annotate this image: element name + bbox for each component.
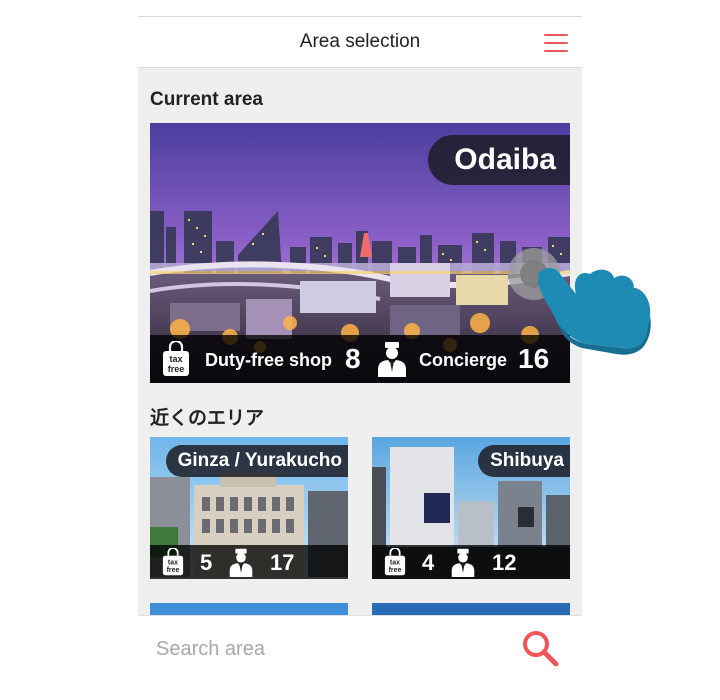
tap-gesture-hand-icon — [508, 248, 651, 355]
app-header: Area selection — [138, 17, 582, 68]
duty-free-count: 5 — [200, 550, 213, 575]
concierge-icon — [229, 548, 253, 577]
search-bar — [138, 615, 582, 681]
area-info-bar: tax free 5 17 — [150, 545, 348, 579]
svg-text:tax: tax — [390, 559, 400, 566]
current-area-heading: Current area — [150, 89, 263, 110]
tax-icon-line1: tax — [169, 354, 182, 364]
svg-text:tax: tax — [168, 559, 178, 566]
duty-free-label: Duty-free shop — [205, 350, 333, 370]
tax-free-icon: tax free — [162, 548, 184, 576]
concierge-label: Concierge — [419, 350, 508, 370]
duty-free-count: 4 — [422, 550, 435, 575]
concierge-icon — [378, 342, 406, 377]
concierge-count: 17 — [270, 550, 295, 575]
svg-text:free: free — [167, 567, 180, 574]
tax-free-icon: tax free — [384, 548, 406, 576]
area-name-badge: Odaiba — [428, 135, 570, 185]
tax-free-icon: tax free — [163, 341, 189, 376]
area-card-shibuya[interactable]: Shibuya tax free 4 12 — [372, 437, 570, 579]
area-info-bar: tax free 4 12 — [372, 545, 570, 579]
nearby-areas-heading: 近くのエリア — [150, 408, 265, 429]
search-icon[interactable] — [520, 628, 560, 668]
concierge-icon — [451, 548, 475, 577]
area-name-badge: Shibuya — [478, 445, 570, 477]
area-name-badge: Ginza / Yurakucho — [165, 445, 348, 477]
tax-icon-line2: free — [168, 364, 185, 374]
search-input[interactable] — [154, 634, 498, 664]
concierge-count: 12 — [492, 550, 517, 575]
hamburger-menu-icon[interactable] — [544, 34, 568, 52]
svg-text:free: free — [389, 567, 402, 574]
duty-free-count: 8 — [345, 343, 361, 374]
area-card-ginza[interactable]: Ginza / Yurakucho tax free 5 17 — [150, 437, 348, 579]
page-title: Area selection — [299, 31, 421, 52]
